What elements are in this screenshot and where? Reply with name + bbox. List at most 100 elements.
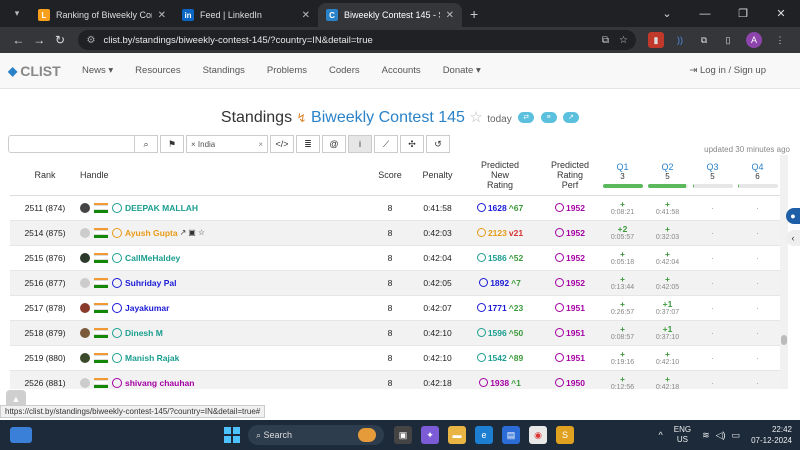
user-handle-link[interactable]: Manish Rajak (125, 353, 179, 363)
tab-close-icon[interactable]: ✕ (302, 10, 310, 21)
id-card-icon[interactable]: ▣ (188, 228, 196, 237)
extensions-puzzle-icon[interactable]: ⧉ (696, 32, 712, 48)
tab-close-icon[interactable]: ✕ (446, 10, 454, 21)
menu-item[interactable]: Standings (203, 65, 245, 76)
install-app-icon[interactable]: ⧉ (602, 35, 609, 46)
menu-item[interactable]: Accounts (382, 65, 421, 76)
database-button[interactable]: ≣ (296, 135, 320, 153)
external-link-icon[interactable]: ↗ (180, 228, 187, 237)
country-filter-input[interactable]: × India × (186, 135, 268, 153)
forward-button[interactable]: → (29, 33, 50, 47)
audio-extension-icon[interactable]: )) (672, 32, 688, 48)
link-icon[interactable]: ⇄ (518, 112, 535, 124)
country-chip[interactable]: × India (191, 140, 215, 149)
copilot-icon[interactable]: ✦ (421, 426, 439, 444)
q1-cell[interactable]: +0:08:21 (600, 195, 645, 220)
close-window-button[interactable]: ✕ (762, 7, 800, 20)
external-link-icon[interactable]: ↗ (563, 112, 580, 124)
search-button[interactable]: ⌕ (134, 135, 158, 153)
q2-cell[interactable]: +1 0:37:07 (645, 295, 690, 320)
clock[interactable]: 22:42 07-12-2024 (751, 424, 792, 446)
file-explorer-icon[interactable]: ▬ (448, 426, 466, 444)
q1-cell[interactable]: +0:13:44 (600, 270, 645, 295)
side-panel-icon[interactable]: ▯ (720, 32, 736, 48)
profile-avatar[interactable]: A (746, 32, 762, 48)
side-extension-icon[interactable]: ● (786, 208, 800, 224)
taskbar-search[interactable]: ⌕ Search (248, 425, 384, 445)
address-bar[interactable]: ⚙ clist.by/standings/biweekly-contest-14… (78, 30, 636, 50)
user-handle-link[interactable]: shivang chauhan (125, 378, 194, 388)
q1-cell[interactable]: +0:05:18 (600, 245, 645, 270)
fullscreen-button[interactable]: ✣ (400, 135, 424, 153)
user-handle-link[interactable]: Suhriday Pal (125, 278, 177, 288)
q2-cell[interactable]: +0:42:18 (645, 370, 690, 389)
browser-tab[interactable]: in Feed | LinkedIn ✕ (174, 3, 318, 27)
q2-cell[interactable]: +0:42:05 (645, 270, 690, 295)
tab-list-chevron-icon[interactable]: ⌄ (648, 7, 686, 20)
problem-q1-header[interactable]: Q1 3 (600, 155, 645, 196)
q2-cell[interactable]: +0:41:58 (645, 195, 690, 220)
contest-name-link[interactable]: Biweekly Contest 145 (311, 109, 465, 126)
extension-icon[interactable]: ▮ (648, 32, 664, 48)
address-text[interactable]: clist.by/standings/biweekly-contest-145/… (103, 35, 591, 46)
problem-q2-header[interactable]: Q2 5 (645, 155, 690, 196)
q1-cell[interactable]: +0:08:57 (600, 320, 645, 345)
show-hidden-icons-chevron[interactable]: ^ (659, 430, 663, 440)
collapse-chevron-icon[interactable]: ‹ (786, 230, 800, 246)
handle-header[interactable]: Handle (80, 155, 365, 196)
menu-item[interactable]: Problems (267, 65, 307, 76)
menu-item[interactable]: Donate ▾ (443, 65, 481, 76)
wifi-icon[interactable]: ≋ (702, 430, 710, 441)
user-handle-link[interactable]: Dinesh M (125, 328, 163, 338)
task-view-icon[interactable]: ▣ (394, 426, 412, 444)
user-handle-link[interactable]: Ayush Gupta (125, 228, 178, 238)
maximize-button[interactable]: ❐ (724, 7, 762, 20)
battery-icon[interactable]: ▭ (732, 430, 741, 441)
detail-toggle-button[interactable]: i (348, 135, 372, 153)
menu-item[interactable]: News ▾ (82, 65, 113, 76)
problem-q3-header[interactable]: Q3 5 (690, 155, 735, 196)
problem-q4-header[interactable]: Q4 6 (735, 155, 780, 196)
mention-button[interactable]: @ (322, 135, 346, 153)
penalty-header[interactable]: Penalty (415, 155, 460, 196)
q2-cell[interactable]: +1 0:37:10 (645, 320, 690, 345)
search-input[interactable] (8, 135, 135, 153)
score-header[interactable]: Score (365, 155, 415, 196)
favorite-star-icon[interactable]: ☆ (198, 228, 205, 237)
browser-menu-icon[interactable]: ⋮ (772, 32, 788, 48)
bookmark-star-icon[interactable]: ☆ (619, 35, 628, 46)
menu-item[interactable]: Coders (329, 65, 360, 76)
q1-cell[interactable]: +0:19:16 (600, 345, 645, 370)
chart-button[interactable]: ⟋ (374, 135, 398, 153)
user-handle-link[interactable]: DEEPAK MALLAH (125, 203, 198, 213)
minimize-button[interactable]: — (686, 8, 724, 20)
user-handle-link[interactable]: CallMeHaldey (125, 253, 180, 263)
browser-tab[interactable]: C Biweekly Contest 145 - Standin ✕ (318, 3, 462, 27)
sublime-text-icon[interactable]: S (556, 426, 574, 444)
clist-logo[interactable]: ◆ CLIST (8, 63, 82, 79)
favorite-star-icon[interactable]: ☆ (469, 109, 482, 126)
tab-close-icon[interactable]: ✕ (158, 10, 166, 21)
store-icon[interactable]: ▤ (502, 426, 520, 444)
q1-cell[interactable]: +0:26:57 (600, 295, 645, 320)
login-link[interactable]: ⇥ Log in / Sign up (689, 65, 766, 76)
rank-header[interactable]: Rank (10, 155, 80, 196)
country-filter-button[interactable]: ⚑ (160, 135, 184, 153)
q2-cell[interactable]: +0:32:03 (645, 220, 690, 245)
history-button[interactable]: ↺ (426, 135, 450, 153)
reload-button[interactable]: ↻ (50, 33, 71, 47)
q2-cell[interactable]: +0:42:04 (645, 245, 690, 270)
volume-icon[interactable]: ◁) (716, 430, 726, 441)
clear-filter-icon[interactable]: × (258, 140, 263, 149)
language-indicator[interactable]: ENG US (674, 425, 691, 445)
q2-cell[interactable]: +0:42:10 (645, 345, 690, 370)
browser-tab[interactable]: L Ranking of Biweekly Contest 14 ✕ (30, 3, 174, 27)
menu-item[interactable]: Resources (135, 65, 180, 76)
code-view-button[interactable]: </> (270, 135, 294, 153)
chrome-icon[interactable]: ◉ (529, 426, 547, 444)
start-button[interactable] (224, 427, 240, 443)
predicted-new-rating-header[interactable]: Predicted New Rating (460, 155, 540, 196)
user-handle-link[interactable]: Jayakumar (125, 303, 169, 313)
tab-search-icon[interactable]: ▾ (6, 2, 28, 24)
back-button[interactable]: ← (8, 33, 29, 47)
